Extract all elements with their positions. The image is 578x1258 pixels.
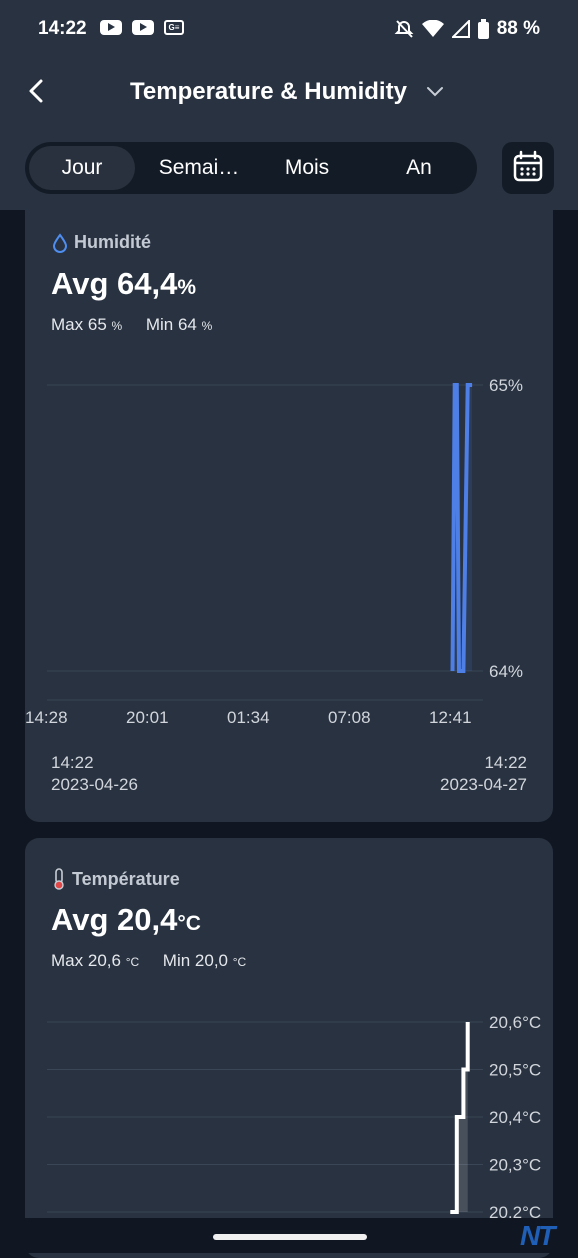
news-icon: G≡ [164,20,184,35]
humidity-range-start: 14:22 2023-04-26 [51,752,138,796]
home-handle[interactable] [213,1234,367,1240]
x-tick-label: 01:34 [227,708,270,727]
tab-year[interactable]: An [369,146,469,190]
y-tick-label: 20,3°C [489,1156,541,1175]
wifi-icon [422,20,444,38]
youtube-icon [132,20,154,35]
x-tick-label: 20:01 [126,708,169,727]
navigation-bar [0,1218,578,1253]
humidity-range-end: 14:22 2023-04-27 [440,752,527,796]
y-tick-label: 20,5°C [489,1061,541,1080]
tab-week[interactable]: Semai… [143,146,255,190]
y-tick-label: 64% [489,662,523,681]
status-time: 14:22 [38,18,87,40]
back-arrow-icon[interactable] [22,76,52,106]
chevron-down-icon[interactable] [424,80,446,102]
battery-level: 88 % [497,18,540,40]
tab-day[interactable]: Jour [29,146,135,190]
calendar-button[interactable] [502,142,554,194]
app-header: 14:22 G≡ 88 % Temperature & Humidity Jou… [0,0,578,210]
tab-month[interactable]: Mois [257,146,357,190]
x-tick-label: 14:28 [25,708,68,727]
humidity-card: Humidité Avg 64,4% Max 65 % Min 64 % 65%… [25,200,553,822]
title-row: Temperature & Humidity [0,70,578,116]
notification-icons: G≡ [100,20,184,35]
x-tick-label: 12:41 [429,708,472,727]
mute-bell-icon [394,19,414,39]
system-icons: 88 % [394,18,540,40]
battery-icon [478,19,489,39]
period-selector: Jour Semai… Mois An [25,142,477,194]
temperature-chart: 20,6°C20,5°C20,4°C20,3°C20,2°C [25,838,553,1258]
humidity-chart: 65% 64% 14:28 20:01 01:34 07:08 12:41 [25,200,553,740]
status-bar: 14:22 G≡ 88 % [0,0,578,60]
y-tick-label: 65% [489,376,523,395]
temperature-card: Température Avg 20,4°C Max 20,6 °C Min 2… [25,838,553,1258]
signal-icon [452,20,470,38]
page-title[interactable]: Temperature & Humidity [130,78,407,106]
x-tick-label: 07:08 [328,708,371,727]
youtube-icon [100,20,122,35]
y-tick-label: 20,6°C [489,1013,541,1032]
calendar-icon [502,142,554,194]
watermark-logo: NT [520,1220,553,1252]
y-tick-label: 20,4°C [489,1108,541,1127]
